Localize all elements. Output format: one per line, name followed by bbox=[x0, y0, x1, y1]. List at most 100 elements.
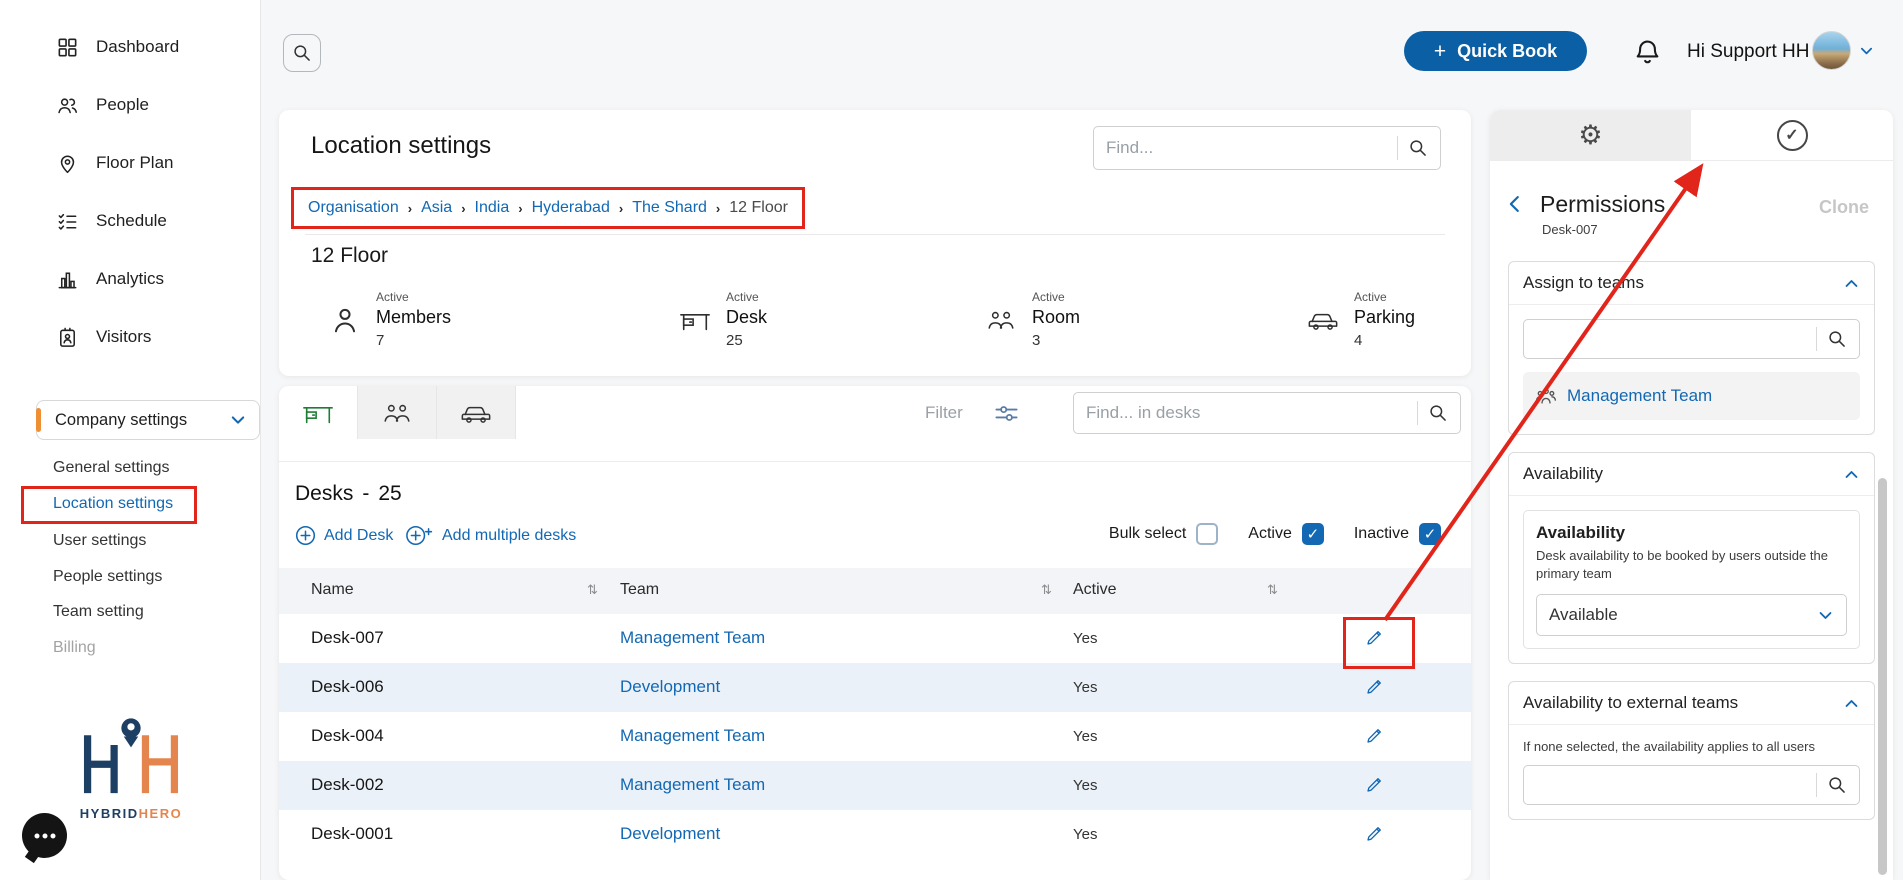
sidebar-item-team-setting[interactable]: Team setting bbox=[0, 594, 261, 630]
panel-header: Permissions Desk-007 Clone bbox=[1490, 161, 1893, 259]
team-link[interactable]: Development bbox=[620, 677, 720, 697]
sort-icon[interactable]: ⇅ bbox=[1267, 582, 1278, 598]
add-desk-label: Add Desk bbox=[324, 526, 394, 544]
desks-card: Filter Desks - 25 Add Desk Add multiple … bbox=[279, 386, 1471, 880]
team-link[interactable]: Management Team bbox=[620, 726, 765, 746]
tab-permissions[interactable]: ✓ bbox=[1691, 110, 1893, 160]
edit-desk-button[interactable] bbox=[1364, 774, 1385, 795]
avatar[interactable] bbox=[1812, 31, 1851, 70]
filter-sliders-icon[interactable] bbox=[993, 400, 1020, 427]
stat-label: Room bbox=[1032, 307, 1081, 327]
find-desks-input-field[interactable] bbox=[1086, 403, 1411, 423]
add-multiple-desks-label: Add multiple desks bbox=[442, 526, 577, 544]
column-team: Team bbox=[620, 581, 660, 598]
search-icon[interactable] bbox=[1408, 138, 1428, 158]
sidebar-item-floor-plan[interactable]: Floor Plan bbox=[0, 141, 260, 185]
sidebar-item-user-settings[interactable]: User settings bbox=[0, 523, 261, 559]
global-search-button[interactable] bbox=[283, 34, 321, 72]
table-row: Desk-006 Development Yes bbox=[279, 663, 1471, 712]
sidebar-item-visitors[interactable]: Visitors bbox=[0, 315, 260, 359]
breadcrumb-india[interactable]: India bbox=[475, 199, 510, 217]
tab-desks[interactable] bbox=[279, 386, 358, 439]
edit-desk-button[interactable] bbox=[1364, 823, 1385, 844]
scrollbar-thumb[interactable] bbox=[1878, 478, 1887, 875]
find-input-field[interactable] bbox=[1106, 138, 1391, 158]
chevron-down-icon bbox=[1856, 43, 1877, 59]
assign-team-search[interactable] bbox=[1523, 319, 1860, 359]
external-team-search-field[interactable] bbox=[1536, 775, 1810, 796]
edit-desk-button[interactable] bbox=[1364, 627, 1385, 648]
chat-widget-button[interactable] bbox=[22, 813, 67, 858]
availability-select[interactable]: Available bbox=[1536, 594, 1847, 637]
edit-desk-button[interactable] bbox=[1364, 725, 1385, 746]
stat-value: 4 bbox=[1354, 332, 1363, 349]
team-link[interactable]: Management Team bbox=[620, 628, 765, 648]
bulk-select-checkbox[interactable] bbox=[1196, 523, 1219, 545]
external-team-search[interactable] bbox=[1523, 765, 1860, 806]
stat-tag: Active bbox=[1032, 290, 1065, 304]
sidebar-item-label: Dashboard bbox=[96, 37, 180, 56]
input-divider bbox=[1816, 773, 1817, 798]
filter-label[interactable]: Filter bbox=[925, 403, 963, 423]
quick-book-button[interactable]: + Quick Book bbox=[1404, 31, 1587, 71]
sidebar-item-general-settings[interactable]: General settings bbox=[0, 450, 261, 486]
breadcrumb-organisation[interactable]: Organisation bbox=[308, 199, 399, 217]
pencil-icon bbox=[1364, 725, 1385, 746]
tab-parking[interactable] bbox=[437, 386, 516, 439]
assigned-team-item[interactable]: Management Team bbox=[1523, 372, 1860, 420]
sidebar-item-location-settings[interactable]: Location settings bbox=[0, 486, 261, 522]
user-menu-button[interactable] bbox=[1856, 43, 1877, 59]
assign-to-teams-header[interactable]: Assign to teams bbox=[1509, 262, 1874, 305]
company-settings-dropdown[interactable]: Company settings bbox=[36, 400, 260, 440]
sort-icon[interactable]: ⇅ bbox=[1041, 582, 1052, 598]
sort-icon[interactable]: ⇅ bbox=[587, 582, 598, 598]
tab-settings[interactable]: ⚙ bbox=[1490, 110, 1691, 160]
availability-header[interactable]: Availability bbox=[1509, 453, 1874, 496]
list-controls: Bulk select Active ✓ Inactive ✓ bbox=[1109, 523, 1441, 545]
search-icon[interactable] bbox=[1827, 329, 1847, 349]
sidebar-item-people[interactable]: People bbox=[0, 83, 260, 127]
location-settings-card: Location settings Organisation › Asia › … bbox=[279, 110, 1471, 376]
chevron-up-icon bbox=[1843, 275, 1860, 292]
add-multiple-desks-button[interactable]: Add multiple desks bbox=[405, 525, 576, 546]
ellipsis-icon bbox=[42, 833, 47, 838]
column-active: Active bbox=[1073, 581, 1117, 598]
back-button[interactable] bbox=[1504, 193, 1526, 215]
sidebar-item-schedule[interactable]: Schedule bbox=[0, 199, 260, 243]
assign-team-search-field[interactable] bbox=[1536, 329, 1810, 349]
sidebar-item-billing[interactable]: Billing bbox=[0, 630, 261, 666]
sidebar-item-dashboard[interactable]: Dashboard bbox=[0, 25, 260, 69]
checklist-icon bbox=[56, 210, 79, 233]
check-icon: ✓ bbox=[1785, 127, 1799, 144]
search-icon[interactable] bbox=[1827, 775, 1847, 795]
sidebar-item-analytics[interactable]: Analytics bbox=[0, 257, 260, 301]
team-link[interactable]: Development bbox=[620, 824, 720, 844]
sidebar-item-people-settings[interactable]: People settings bbox=[0, 559, 261, 595]
clone-button[interactable]: Clone bbox=[1819, 197, 1869, 218]
notifications-button[interactable] bbox=[1632, 35, 1663, 68]
dashboard-icon bbox=[56, 36, 79, 59]
breadcrumb-the-shard[interactable]: The Shard bbox=[632, 199, 707, 217]
external-teams-section: Availability to external teams If none s… bbox=[1508, 681, 1875, 821]
edit-desk-button[interactable] bbox=[1364, 676, 1385, 697]
add-desk-button[interactable]: Add Desk bbox=[295, 525, 393, 546]
breadcrumb-asia[interactable]: Asia bbox=[421, 199, 452, 217]
stat-tag: Active bbox=[376, 290, 409, 304]
tab-rooms[interactable] bbox=[358, 386, 437, 439]
active-filter-label: Active bbox=[1248, 525, 1292, 542]
inactive-filter-checkbox[interactable]: ✓ bbox=[1419, 523, 1441, 545]
people-group-icon bbox=[985, 304, 1017, 336]
external-teams-header[interactable]: Availability to external teams bbox=[1509, 682, 1874, 726]
chevron-down-icon bbox=[229, 411, 247, 429]
find-desks-input[interactable] bbox=[1073, 392, 1461, 434]
active-filter-checkbox[interactable]: ✓ bbox=[1301, 523, 1324, 545]
bell-icon bbox=[1632, 35, 1663, 68]
chevron-right-icon: › bbox=[407, 200, 413, 216]
stat-label: Parking bbox=[1354, 307, 1416, 327]
people-icon bbox=[56, 94, 79, 117]
search-icon[interactable] bbox=[1428, 403, 1448, 423]
find-input[interactable] bbox=[1093, 126, 1441, 170]
breadcrumb-hyderabad[interactable]: Hyderabad bbox=[532, 199, 610, 217]
team-icon bbox=[1535, 385, 1557, 407]
team-link[interactable]: Management Team bbox=[620, 775, 765, 795]
